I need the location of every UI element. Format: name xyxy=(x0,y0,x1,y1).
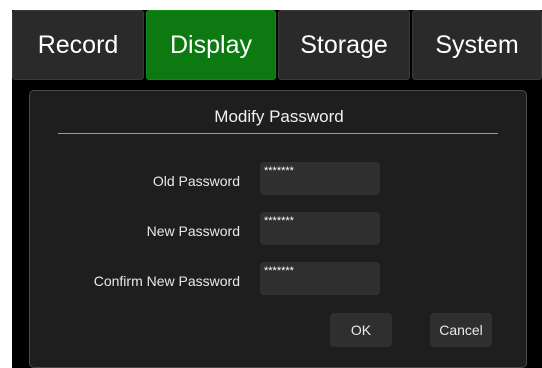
tab-system[interactable]: System xyxy=(412,10,542,80)
title-divider xyxy=(58,133,498,134)
tab-bar: Record Display Storage System xyxy=(12,10,542,82)
tab-display[interactable]: Display xyxy=(146,10,276,80)
new-password-input[interactable]: ******* xyxy=(260,212,380,245)
old-password-label: Old Password xyxy=(152,173,240,189)
tab-storage[interactable]: Storage xyxy=(278,10,410,80)
old-password-input[interactable]: ******* xyxy=(260,162,380,195)
edge-artifact xyxy=(538,312,542,324)
tab-record[interactable]: Record xyxy=(12,10,144,80)
modify-password-dialog: Modify Password Old Password ******* New… xyxy=(29,90,527,368)
dialog-title: Modify Password xyxy=(214,107,344,126)
new-password-label: New Password xyxy=(146,223,240,239)
confirm-password-input[interactable]: ******* xyxy=(260,262,380,295)
confirm-password-label: Confirm New Password xyxy=(93,273,240,289)
ok-button[interactable]: OK xyxy=(330,313,392,347)
cancel-button[interactable]: Cancel xyxy=(430,313,492,347)
device-screen: Record Display Storage System Modify Pas… xyxy=(12,10,542,368)
